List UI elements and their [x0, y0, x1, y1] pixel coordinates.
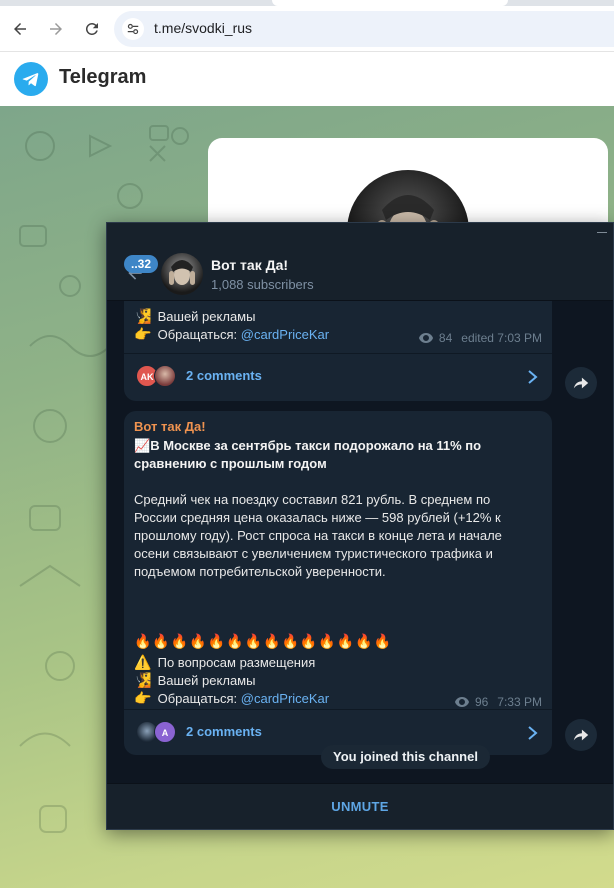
- unread-count-badge[interactable]: ..32: [124, 255, 158, 273]
- message-body-line: Средний чек на поездку составил 821 рубл…: [134, 492, 491, 507]
- message-line: 👉 Обращаться: @cardPriceKar: [134, 689, 329, 708]
- comments-label[interactable]: 2 comments: [186, 724, 262, 739]
- joined-channel-notice: You joined this channel: [321, 745, 490, 769]
- line-text: Вашей рекламы: [157, 309, 256, 324]
- share-button[interactable]: [565, 719, 597, 751]
- reload-icon: [85, 22, 98, 35]
- message-body-line: прошлому году). Рост спроса на такси в к…: [134, 528, 502, 543]
- unmute-button[interactable]: UNMUTE: [107, 784, 613, 830]
- message-line: 🧏 Вашей рекламы: [134, 671, 255, 690]
- chat-header: ..32 Вот так Да! 1,088 subscribers: [107, 245, 613, 301]
- comments-bar[interactable]: AK 2 comments: [124, 353, 552, 399]
- message-author[interactable]: Вот так Да!: [134, 419, 206, 434]
- message-time: edited 7:03 PM: [461, 331, 542, 345]
- address-bar[interactable]: t.me/svodki_rus: [114, 11, 614, 47]
- message-meta: 96 7:33 PM: [454, 695, 542, 709]
- pointing-hand-icon: 👉: [134, 690, 152, 706]
- message-body-line: осени связывают с увеличением туристичес…: [134, 546, 493, 561]
- reload-button[interactable]: [79, 16, 105, 42]
- line-text: По вопросам размещения: [157, 655, 316, 670]
- chevron-right-icon: [528, 726, 538, 740]
- share-arrow-icon: [573, 729, 589, 741]
- unread-prefix: ..: [130, 257, 138, 271]
- commenter-avatar: A: [154, 721, 176, 743]
- url-text[interactable]: t.me/svodki_rus: [154, 20, 252, 36]
- message-title-line: 📈В Москве за сентябрь такси подорожало н…: [134, 437, 481, 455]
- minimize-icon[interactable]: [597, 232, 607, 233]
- popup-titlebar[interactable]: [107, 223, 613, 245]
- arrow-right-icon: [50, 23, 62, 35]
- comments-label[interactable]: 2 comments: [186, 368, 262, 383]
- arrow-left-icon: [14, 23, 26, 35]
- telegram-title[interactable]: Telegram: [59, 66, 146, 89]
- telegram-header: Telegram: [0, 52, 614, 106]
- telegram-popup-window: ..32 Вот так Да! 1,088 subscribers 🧏 Ваш…: [106, 222, 614, 830]
- views-eye-icon: [418, 333, 433, 343]
- line-text: Обращаться:: [157, 691, 241, 706]
- line-text: Вашей рекламы: [157, 673, 256, 688]
- chart-emoji-icon: 📈: [134, 438, 151, 453]
- contact-link[interactable]: @cardPriceKar: [241, 691, 329, 706]
- warning-icon: ⚠️: [134, 654, 152, 670]
- message-meta: 84 edited 7:03 PM: [418, 331, 542, 345]
- view-count: 84: [438, 331, 453, 345]
- chevron-right-icon: [528, 370, 538, 384]
- views-eye-icon: [454, 697, 469, 707]
- message-bubble[interactable]: 🧏 Вашей рекламы 👉 Обращаться: @cardPrice…: [124, 301, 552, 401]
- share-button[interactable]: [565, 367, 597, 399]
- emoji-icon: 🧏: [134, 672, 152, 688]
- chat-name[interactable]: Вот так Да!: [211, 257, 288, 273]
- message-line: ⚠️ По вопросам размещения: [134, 653, 315, 672]
- telegram-logo-icon[interactable]: [14, 62, 48, 96]
- emoji-icon: 🧏: [134, 308, 152, 324]
- view-count: 96: [474, 695, 489, 709]
- message-title-line: сравнению с прошлым годом: [134, 456, 327, 471]
- back-button[interactable]: [7, 16, 33, 42]
- forward-button[interactable]: [43, 16, 69, 42]
- message-line: 👉 Обращаться: @cardPriceKar: [134, 325, 329, 344]
- contact-link[interactable]: @cardPriceKar: [241, 327, 329, 342]
- browser-toolbar: t.me/svodki_rus: [0, 6, 614, 52]
- fire-emoji-row: 🔥🔥🔥🔥🔥🔥🔥🔥🔥🔥🔥🔥🔥🔥: [134, 633, 393, 649]
- message-body-line: России средняя цена оказалась ниже — 598…: [134, 510, 501, 525]
- subscriber-count: 1,088 subscribers: [211, 277, 314, 292]
- title-text: В Москве за сентябрь такси подорожало на…: [150, 438, 482, 453]
- message-line: 🧏 Вашей рекламы: [134, 307, 255, 326]
- message-time: 7:33 PM: [497, 695, 542, 709]
- chat-avatar[interactable]: [161, 253, 203, 295]
- emoji-icon: 👉: [134, 326, 152, 342]
- message-body-line: подъемом потребительской уверенности.: [134, 564, 386, 579]
- unread-count: 32: [137, 257, 152, 271]
- commenter-avatar: [154, 365, 176, 387]
- site-settings-icon[interactable]: [122, 18, 144, 40]
- share-arrow-icon: [573, 377, 589, 389]
- message-list[interactable]: 🧏 Вашей рекламы 👉 Обращаться: @cardPrice…: [107, 301, 613, 783]
- line-text: Обращаться:: [157, 327, 241, 342]
- bottom-action-bar: UNMUTE: [107, 783, 613, 829]
- message-bubble[interactable]: Вот так Да! 📈В Москве за сентябрь такси …: [124, 411, 552, 755]
